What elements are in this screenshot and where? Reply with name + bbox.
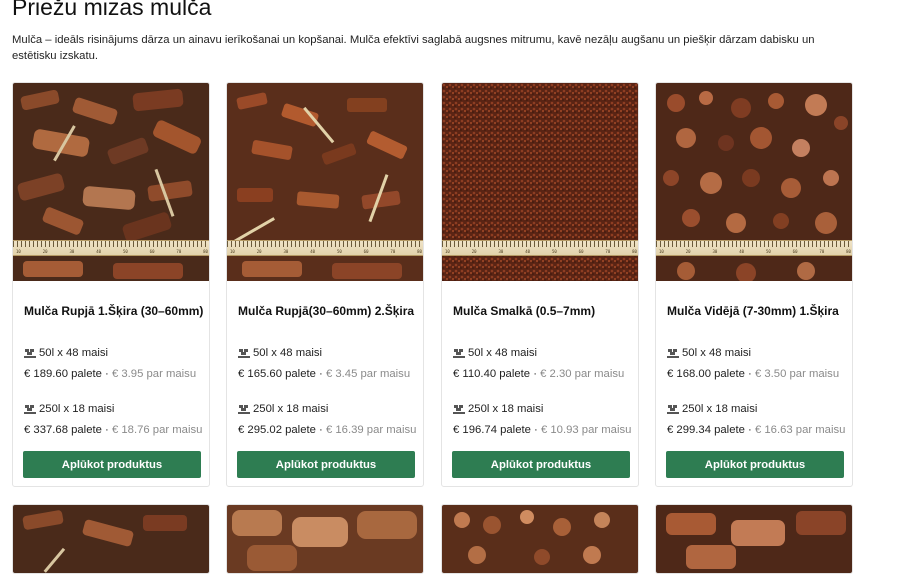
- pallet-icon: [453, 404, 465, 414]
- product-card: 10 20 30 40 50 60 70 80 Mulča Vidējā (7-30mm) 1…: [655, 82, 853, 487]
- ruler-graphic: 10 20 30 40 50 60 70 80: [656, 240, 852, 256]
- view-products-button[interactable]: Aplūkot produktus: [452, 451, 630, 478]
- option-price: € 337.68 palete · € 18.76 par maisu: [24, 424, 203, 436]
- option-label: 250l x 18 maisi: [453, 403, 543, 415]
- option-price: € 189.60 palete · € 3.95 par maisu: [24, 368, 197, 380]
- option-price: € 299.34 palete · € 16.63 par maisu: [667, 424, 846, 436]
- product-image[interactable]: 10 20 30 40 50 60 70 80: [227, 83, 423, 281]
- option-price: € 168.00 palete · € 3.50 par maisu: [667, 368, 840, 380]
- product-card: 10 20 30 40 50 60 70 80 Mulča Smalkā (0.5–7mm) …: [441, 82, 639, 487]
- option-price: € 110.40 palete · € 2.30 par maisu: [453, 368, 625, 380]
- option-price: € 295.02 palete · € 16.39 par maisu: [238, 424, 417, 436]
- ruler-graphic: 10 20 30 40 50 60 70 80: [227, 240, 423, 256]
- pallet-icon: [667, 404, 679, 414]
- product-image[interactable]: 10 20 30 40 50 60 70 80: [13, 83, 209, 281]
- pallet-icon: [24, 404, 36, 414]
- option-label: 50l x 48 maisi: [238, 347, 322, 359]
- option-label: 50l x 48 maisi: [453, 347, 537, 359]
- option-label: 50l x 48 maisi: [24, 347, 108, 359]
- product-image[interactable]: 10 20 30 40 50 60 70 80: [442, 83, 638, 281]
- pallet-icon: [667, 348, 679, 358]
- product-name[interactable]: Mulča Rupjā 1.Šķira (30–60mm): [24, 304, 204, 318]
- view-products-button[interactable]: Aplūkot produktus: [666, 451, 844, 478]
- product-name[interactable]: Mulča Vidējā (7-30mm) 1.Šķira: [667, 304, 847, 318]
- view-products-button[interactable]: Aplūkot produktus: [237, 451, 415, 478]
- option-label: 250l x 18 maisi: [667, 403, 757, 415]
- view-products-button[interactable]: Aplūkot produktus: [23, 451, 201, 478]
- product-card: 10 20 30 40 50 60 70 80 Mulča Rupjā(30–60mm) 2.…: [226, 82, 424, 487]
- option-label: 250l x 18 maisi: [24, 403, 114, 415]
- page-description: Mulča – ideāls risinājums dārza un ainav…: [12, 34, 815, 62]
- ruler-graphic: 10 20 30 40 50 60 70 80: [442, 240, 638, 256]
- product-name[interactable]: Mulča Rupjā(30–60mm) 2.Šķira: [238, 304, 418, 318]
- product-card: 10 20 30 40 50 60 70 80 Mulča Rupjā 1.Šķira (30…: [12, 82, 210, 487]
- option-label: 50l x 48 maisi: [667, 347, 751, 359]
- pallet-icon: [238, 348, 250, 358]
- product-image[interactable]: 10 20 30 40 50 60 70 80: [656, 83, 852, 281]
- pallet-icon: [24, 348, 36, 358]
- product-name[interactable]: Mulča Smalkā (0.5–7mm): [453, 304, 633, 318]
- ruler-graphic: 10 20 30 40 50 60 70 80: [13, 240, 209, 256]
- page-title: Priežu mizas mulča: [12, 0, 212, 20]
- product-listing-page: Priežu mizas mulča Mulča – ideāls risinā…: [0, 0, 900, 574]
- pallet-icon: [453, 348, 465, 358]
- pallet-icon: [238, 404, 250, 414]
- option-price: € 165.60 palete · € 3.45 par maisu: [238, 368, 411, 380]
- option-label: 250l x 18 maisi: [238, 403, 328, 415]
- option-price: € 196.74 palete · € 10.93 par maisu: [453, 424, 632, 436]
